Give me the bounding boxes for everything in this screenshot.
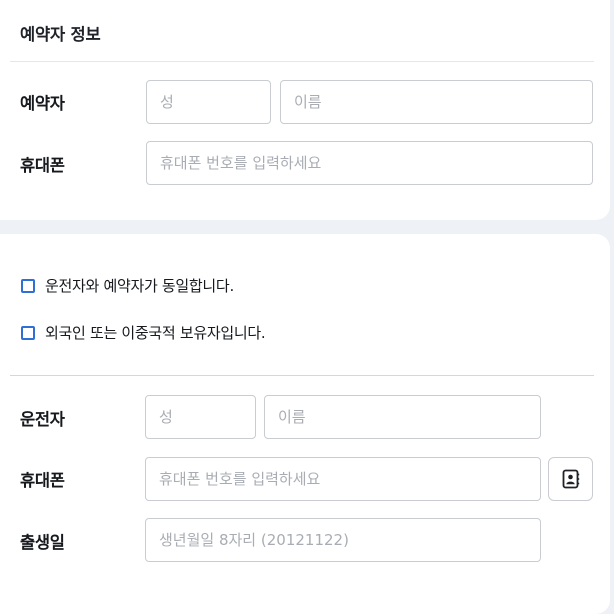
- driver-first-name-field[interactable]: [264, 395, 541, 439]
- booker-last-name-input[interactable]: [160, 93, 270, 111]
- same-driver-checkbox[interactable]: [21, 278, 35, 293]
- driver-first-name-input[interactable]: [278, 408, 540, 426]
- driver-birth-field[interactable]: [145, 518, 541, 562]
- booker-last-name-field[interactable]: [146, 80, 271, 124]
- foreigner-checkbox-row[interactable]: 외국인 또는 이중국적 보유자입니다.: [21, 322, 266, 343]
- options-divider: [10, 375, 594, 376]
- driver-phone-field[interactable]: [145, 457, 541, 501]
- driver-last-name-input[interactable]: [159, 408, 255, 426]
- booker-name-label: 예약자: [20, 94, 65, 113]
- foreigner-label[interactable]: 외국인 또는 이중국적 보유자입니다.: [45, 322, 266, 343]
- section-title-booker-info: 예약자 정보: [20, 25, 101, 44]
- driver-birth-input[interactable]: [159, 531, 540, 549]
- driver-name-label: 운전자: [20, 410, 65, 429]
- driver-phone-label: 휴대폰: [20, 471, 65, 490]
- same-driver-checkbox-row[interactable]: 운전자와 예약자가 동일합니다.: [21, 275, 234, 296]
- booker-phone-input[interactable]: [160, 154, 592, 172]
- booker-phone-field[interactable]: [146, 141, 593, 185]
- booker-phone-label: 휴대폰: [20, 156, 65, 175]
- driver-birth-label: 출생일: [20, 533, 65, 552]
- driver-phone-input[interactable]: [159, 470, 540, 488]
- driver-last-name-field[interactable]: [145, 395, 256, 439]
- booker-first-name-input[interactable]: [294, 93, 592, 111]
- section-divider: [10, 61, 594, 62]
- contact-picker-button[interactable]: [548, 457, 593, 501]
- foreigner-checkbox[interactable]: [21, 325, 35, 340]
- same-driver-label[interactable]: 운전자와 예약자가 동일합니다.: [45, 275, 234, 296]
- contact-book-icon: [561, 469, 581, 489]
- booker-first-name-field[interactable]: [280, 80, 593, 124]
